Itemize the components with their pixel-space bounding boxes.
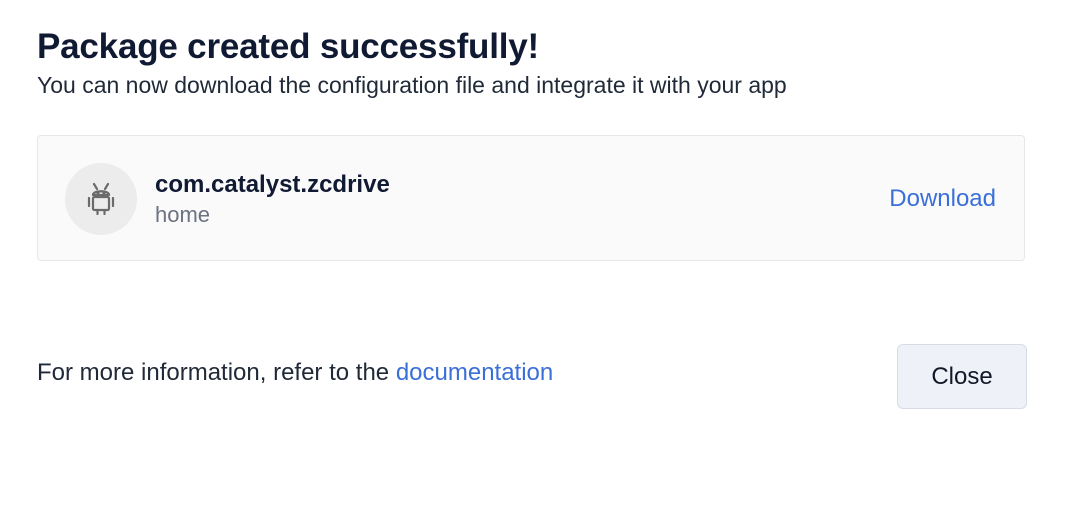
- android-icon: [87, 182, 115, 216]
- package-card: com.catalyst.zcdrive home Download: [37, 135, 1025, 261]
- close-button[interactable]: Close: [897, 344, 1027, 409]
- dialog-title: Package created successfully!: [37, 27, 539, 66]
- documentation-link[interactable]: documentation: [396, 359, 553, 386]
- platform-avatar: [65, 163, 137, 235]
- download-link[interactable]: Download: [889, 184, 996, 214]
- package-label: home: [155, 202, 211, 227]
- footer-info: For more information, refer to the docum…: [37, 358, 553, 388]
- dialog-subtitle: You can now download the configuration f…: [37, 72, 787, 98]
- package-name: com.catalyst.zcdrive: [155, 171, 390, 198]
- footer-info-text: For more information, refer to the: [37, 359, 396, 386]
